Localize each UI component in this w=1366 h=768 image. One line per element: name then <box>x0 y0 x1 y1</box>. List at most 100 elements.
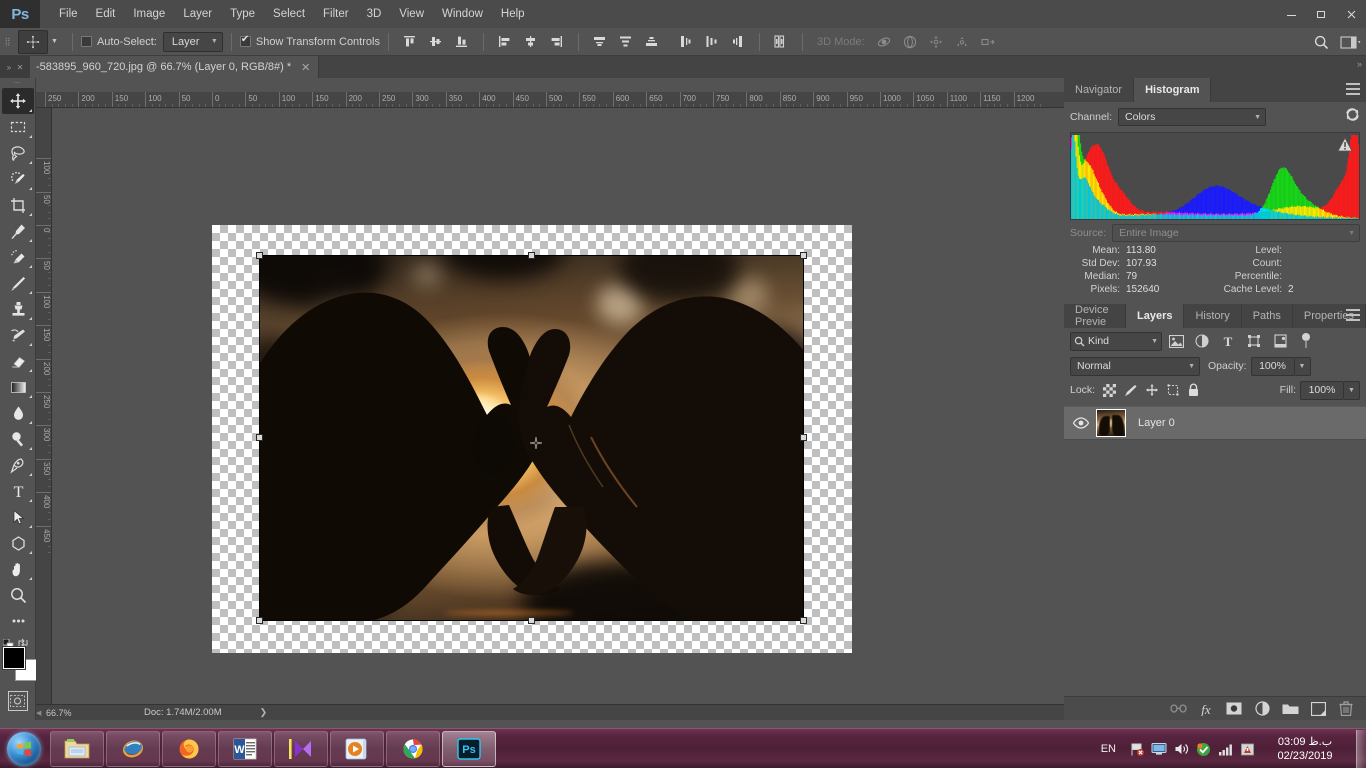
search-icon[interactable] <box>1306 31 1336 53</box>
distribute-horizontal-centers-icon[interactable] <box>699 31 725 53</box>
lock-all-icon[interactable] <box>1183 380 1204 400</box>
menu-window[interactable]: Window <box>433 4 492 24</box>
transform-handle-top-right[interactable] <box>800 252 807 259</box>
transform-handle-bottom-center[interactable] <box>528 617 535 624</box>
new-group-icon[interactable] <box>1276 698 1304 720</box>
sidebar-item-eyedropper-tool[interactable] <box>2 218 34 244</box>
sidebar-item-move-tool[interactable] <box>2 88 34 114</box>
new-adjustment-layer-icon[interactable] <box>1248 698 1276 720</box>
update-icon[interactable] <box>1192 729 1214 768</box>
network-monitor-icon[interactable] <box>1148 729 1170 768</box>
tools-panel-grip[interactable]: ⋯ <box>0 78 35 88</box>
3d-rotate-icon[interactable] <box>871 31 897 53</box>
3d-pan-icon[interactable] <box>923 31 949 53</box>
workspace-switcher-icon[interactable] <box>1336 31 1366 53</box>
auto-select-checkbox-box[interactable] <box>80 36 92 47</box>
sidebar-item-clone-stamp-tool[interactable] <box>2 296 34 322</box>
opacity-stepper-icon[interactable]: ▼ <box>1294 356 1311 376</box>
transform-center-icon[interactable] <box>529 436 543 450</box>
sidebar-item-type-tool[interactable]: T <box>2 478 34 504</box>
close-group-icon[interactable]: ✕ <box>17 63 24 72</box>
foreground-color-swatch[interactable] <box>3 647 25 669</box>
sidebar-item-eraser-tool[interactable] <box>2 348 34 374</box>
distribute-vertical-centers-icon[interactable] <box>613 31 639 53</box>
menu-view[interactable]: View <box>390 4 433 24</box>
transform-handle-middle-left[interactable] <box>256 434 263 441</box>
taskbar-item-google-chrome[interactable] <box>386 730 440 767</box>
sidebar-item-spot-healing-brush-tool[interactable] <box>2 244 34 270</box>
document-tab[interactable]: -583895_960_720.jpg @ 66.7% (Layer 0, RG… <box>30 56 320 78</box>
taskbar-item-internet-explorer[interactable] <box>106 730 160 767</box>
filter-smart-object-icon[interactable] <box>1268 330 1292 352</box>
menu-3d[interactable]: 3D <box>358 4 391 24</box>
menu-image[interactable]: Image <box>124 4 174 24</box>
add-layer-style-icon[interactable]: fx <box>1192 698 1220 720</box>
close-document-icon[interactable]: ✕ <box>301 61 310 74</box>
taskbar-item-windows-explorer[interactable] <box>50 730 104 767</box>
cached-data-warning-icon[interactable] <box>1337 137 1353 157</box>
sidebar-item-history-brush-tool[interactable] <box>2 322 34 348</box>
menu-edit[interactable]: Edit <box>87 4 125 24</box>
transform-handle-bottom-right[interactable] <box>800 617 807 624</box>
move-tool-icon[interactable] <box>18 29 48 54</box>
tab-layers[interactable]: Layers <box>1126 304 1185 328</box>
lock-transparent-pixels-icon[interactable] <box>1099 380 1120 400</box>
lock-artboard-nesting-icon[interactable] <box>1162 380 1183 400</box>
sidebar-item-blur-tool[interactable] <box>2 400 34 426</box>
expand-arrows-icon[interactable]: » <box>7 63 11 72</box>
align-vertical-centers-icon[interactable] <box>423 31 449 53</box>
distribute-right-edges-icon[interactable] <box>725 31 751 53</box>
filter-type-icon[interactable]: T <box>1216 330 1240 352</box>
tab-bar-overflow-icon[interactable]: » <box>1357 59 1362 69</box>
sidebar-item-shape-tool[interactable] <box>2 530 34 556</box>
tab-paths[interactable]: Paths <box>1241 304 1293 328</box>
show-desktop-button[interactable] <box>1356 730 1366 768</box>
distribute-top-edges-icon[interactable] <box>587 31 613 53</box>
panel-menu-icon[interactable] <box>1346 83 1360 95</box>
transform-handle-bottom-left[interactable] <box>256 617 263 624</box>
sidebar-item-path-selection-tool[interactable] <box>2 504 34 530</box>
3d-slide-icon[interactable] <box>949 31 975 53</box>
show-transform-checkbox-box[interactable] <box>239 34 251 47</box>
sidebar-item-dodge-tool[interactable] <box>2 426 34 452</box>
channel-dropdown[interactable]: Colors ▼ <box>1118 108 1267 126</box>
fill-value[interactable]: 100% <box>1300 380 1344 400</box>
distribute-bottom-edges-icon[interactable] <box>639 31 665 53</box>
filter-adjustment-icon[interactable] <box>1190 330 1214 352</box>
menu-type[interactable]: Type <box>221 4 264 24</box>
align-top-edges-icon[interactable] <box>397 31 423 53</box>
3d-scale-icon[interactable] <box>975 31 1001 53</box>
show-transform-controls-checkbox[interactable]: Show Transform Controls <box>239 34 380 48</box>
auto-select-checkbox[interactable]: Auto-Select: <box>80 36 157 48</box>
refresh-icon[interactable] <box>1345 107 1360 127</box>
canvas-viewport[interactable] <box>52 108 1063 704</box>
align-bottom-edges-icon[interactable] <box>449 31 475 53</box>
delete-layer-icon[interactable] <box>1332 698 1360 720</box>
tab-histogram[interactable]: Histogram <box>1134 78 1212 102</box>
horizontal-ruler[interactable]: 250 200 150 100 50 0 50 100 150 200 250 300 350 400 45… <box>36 92 1064 108</box>
sidebar-item-brush-tool[interactable] <box>2 270 34 296</box>
panel-menu-icon[interactable] <box>1346 309 1360 321</box>
sidebar-item-gradient-tool[interactable] <box>2 374 34 400</box>
sidebar-item-edit-toolbar[interactable] <box>2 608 34 634</box>
new-layer-icon[interactable] <box>1304 698 1332 720</box>
layer-filter-kind-dropdown[interactable]: Kind ▼ <box>1070 331 1162 351</box>
menu-layer[interactable]: Layer <box>174 4 221 24</box>
status-bar-expand-icon[interactable]: ❯ <box>260 707 268 718</box>
auto-select-scope-dropdown[interactable]: Layer ▼ <box>162 31 223 52</box>
menu-filter[interactable]: Filter <box>314 4 358 24</box>
link-layers-icon[interactable] <box>1164 698 1192 720</box>
transform-handle-top-center[interactable] <box>528 252 535 259</box>
flag-action-center-icon[interactable] <box>1126 729 1148 768</box>
menu-help[interactable]: Help <box>492 4 534 24</box>
taskbar-item-firefox[interactable] <box>162 730 216 767</box>
transform-handle-middle-right[interactable] <box>800 434 807 441</box>
layer-name[interactable]: Layer 0 <box>1138 417 1175 429</box>
taskbar-clock[interactable]: 03:09 ب.ظ 02/23/2019 <box>1262 735 1348 763</box>
tab-history[interactable]: History <box>1184 304 1242 328</box>
lock-position-icon[interactable] <box>1141 380 1162 400</box>
auto-align-layers-icon[interactable] <box>768 31 794 53</box>
menu-file[interactable]: File <box>50 4 87 24</box>
vertical-ruler[interactable]: 100 50 0 50 100 150 200 250 300 350 400 450 <box>36 108 52 704</box>
filter-pixel-icon[interactable] <box>1164 330 1188 352</box>
